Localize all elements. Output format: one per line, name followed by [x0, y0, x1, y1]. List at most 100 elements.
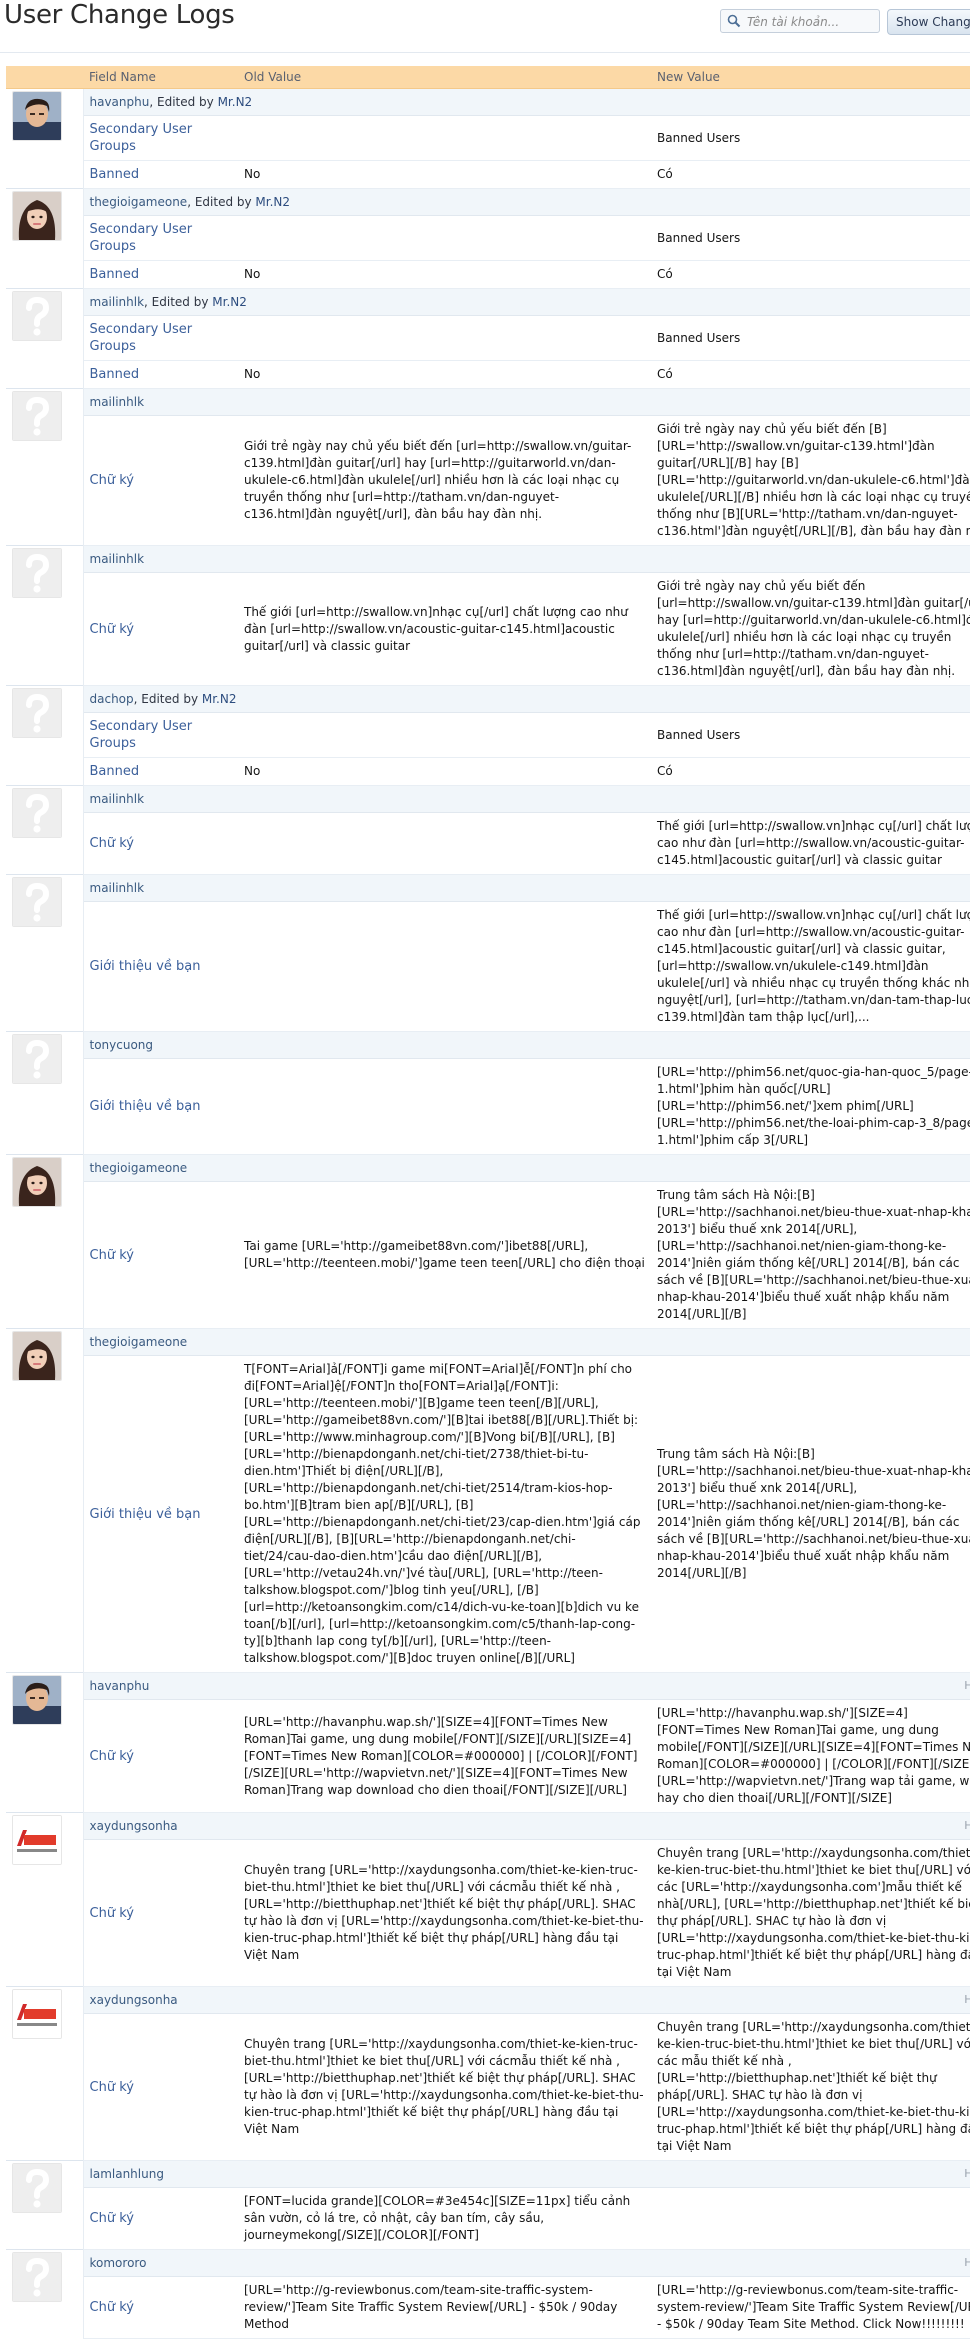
- field-name: Chữ ký: [83, 2187, 238, 2250]
- change-row: Secondary User Groups Banned Users: [6, 712, 970, 758]
- username-link[interactable]: mailinhlk: [90, 395, 145, 409]
- log-entry-info: havanphu, Edited by Mr.N2: [83, 88, 970, 116]
- new-value: Có: [651, 757, 970, 786]
- avatar[interactable]: [12, 548, 62, 598]
- avatar[interactable]: [12, 291, 62, 341]
- log-entry-info: thegioigameone: [83, 1328, 970, 1356]
- editor-link[interactable]: Mr.N2: [255, 195, 290, 209]
- username-link[interactable]: thegioigameone: [90, 1335, 188, 1349]
- log-entry-info: xaydungsonha Hôm: [83, 1812, 970, 1840]
- avatar-cell: [6, 1031, 84, 1155]
- log-date: Hôm: [964, 1679, 970, 1692]
- username-search-input[interactable]: [745, 11, 879, 33]
- new-value: Chuyên trang [URL='http://xaydungsonha.c…: [651, 1839, 970, 1987]
- username-link[interactable]: komororo: [90, 2256, 147, 2270]
- field-name: Secondary User Groups: [83, 215, 238, 261]
- avatar[interactable]: [12, 1331, 62, 1381]
- old-value: Chuyên trang [URL='http://xaydungsonha.c…: [238, 1839, 651, 1987]
- search-icon: [727, 14, 741, 28]
- username-link[interactable]: dachop: [90, 692, 134, 706]
- new-value: [651, 2187, 970, 2250]
- edited-by-label: , Edited by: [133, 692, 202, 706]
- avatar[interactable]: [12, 1034, 62, 1084]
- change-row: Secondary User Groups Banned Users: [6, 215, 970, 261]
- show-change-button[interactable]: Show Change: [887, 9, 970, 35]
- log-entry-info: thegioigameone, Edited by Mr.N2: [83, 188, 970, 216]
- avatar[interactable]: [12, 2252, 62, 2302]
- avatar-cell: [6, 1812, 84, 1987]
- avatar-column-header: [6, 66, 83, 89]
- old-value: [238, 1058, 651, 1155]
- avatar[interactable]: [12, 877, 62, 927]
- change-row: Giới thiệu về bạn [URL='http://phim56.net…: [6, 1058, 970, 1155]
- new-value: Trung tâm sách Hà Nội:[B][URL='http://sa…: [651, 1355, 970, 1673]
- old-value: [URL='http://havanphu.wap.sh/'][SIZE=4][…: [238, 1699, 651, 1813]
- field-name: Chữ ký: [83, 812, 238, 875]
- avatar-cell: [6, 785, 84, 875]
- editor-link[interactable]: Mr.N2: [218, 95, 253, 109]
- change-log-body: havanphu, Edited by Mr.N2 Secondary User …: [6, 88, 970, 2339]
- username-link[interactable]: mailinhlk: [90, 552, 145, 566]
- old-value: Thế giới [url=http://swallow.vn]nhạc cụ[…: [238, 572, 651, 686]
- edited-by-label: , Edited by: [149, 95, 218, 109]
- log-entry-info: mailinhlk: [83, 785, 970, 813]
- new-value: Giới trẻ ngày nay chủ yếu biết đến [B][U…: [651, 415, 970, 546]
- avatar[interactable]: [12, 1989, 62, 2039]
- avatar[interactable]: [12, 2163, 62, 2213]
- username-link[interactable]: thegioigameone: [90, 1161, 188, 1175]
- username-link[interactable]: mailinhlk: [90, 792, 145, 806]
- log-entry-header: dachop, Edited by Mr.N2: [6, 685, 970, 786]
- log-entry-info: mailinhlk: [83, 388, 970, 416]
- username-link[interactable]: xaydungsonha: [90, 1819, 178, 1833]
- field-name: Secondary User Groups: [83, 712, 238, 758]
- change-row: Secondary User Groups Banned Users: [6, 315, 970, 361]
- new-value: Thế giới [url=http://swallow.vn]nhạc cụ[…: [651, 901, 970, 1032]
- log-date: Hôm: [964, 2167, 970, 2180]
- field-name: Chữ ký: [83, 1699, 238, 1813]
- avatar-cell: [6, 545, 84, 686]
- editor-link[interactable]: Mr.N2: [212, 295, 247, 309]
- new-value: Banned Users: [651, 712, 970, 758]
- field-name: Banned: [83, 260, 238, 289]
- avatar[interactable]: [12, 1675, 62, 1725]
- avatar[interactable]: [12, 191, 62, 241]
- new-value: [URL='http://g-reviewbonus.com/team-site…: [651, 2276, 970, 2339]
- username-link[interactable]: mailinhlk: [90, 295, 145, 309]
- new-value: [URL='http://havanphu.wap.sh/'][SIZE=4][…: [651, 1699, 970, 1813]
- log-entry-info: xaydungsonha Hôm: [83, 1986, 970, 2014]
- old-value: T[FONT=Arial]ả[/FONT]i game mi[FONT=Aria…: [238, 1355, 651, 1673]
- log-entry-header: havanphu, Edited by Mr.N2: [6, 88, 970, 189]
- username-link[interactable]: havanphu: [90, 1679, 150, 1693]
- change-row: Chữ ký Thế giới [url=http://swallow.vn]nh…: [6, 572, 970, 686]
- avatar[interactable]: [12, 91, 62, 141]
- username-link[interactable]: thegioigameone: [90, 195, 188, 209]
- avatar[interactable]: [12, 391, 62, 441]
- avatar-cell: [6, 1154, 84, 1329]
- log-entry-info: komororo Hôm: [83, 2249, 970, 2277]
- search-box[interactable]: [720, 9, 880, 33]
- table-header-row: Field Name Old Value New Value: [6, 66, 970, 89]
- avatar[interactable]: [12, 1157, 62, 1207]
- new-value-header: New Value: [651, 66, 970, 89]
- avatar-cell: [6, 874, 84, 1032]
- field-name: Banned: [83, 757, 238, 786]
- old-value: [238, 315, 651, 361]
- new-value: Banned Users: [651, 315, 970, 361]
- change-row: Banned No Có: [6, 757, 970, 786]
- field-name: Chữ ký: [83, 572, 238, 686]
- field-name: Secondary User Groups: [83, 115, 238, 161]
- old-value: No: [238, 260, 651, 289]
- top-bar: User Change Logs Show Change: [0, 0, 970, 50]
- username-link[interactable]: mailinhlk: [90, 881, 145, 895]
- avatar[interactable]: [12, 688, 62, 738]
- editor-link[interactable]: Mr.N2: [202, 692, 237, 706]
- avatar[interactable]: [12, 1815, 62, 1865]
- avatar-cell: [6, 1328, 84, 1673]
- username-link[interactable]: xaydungsonha: [90, 1993, 178, 2007]
- username-link[interactable]: havanphu: [90, 95, 150, 109]
- username-link[interactable]: tonycuong: [90, 1038, 154, 1052]
- avatar[interactable]: [12, 788, 62, 838]
- log-entry-header: xaydungsonha Hôm: [6, 1986, 970, 2161]
- new-value: Có: [651, 260, 970, 289]
- username-link[interactable]: lamlanhlung: [90, 2167, 164, 2181]
